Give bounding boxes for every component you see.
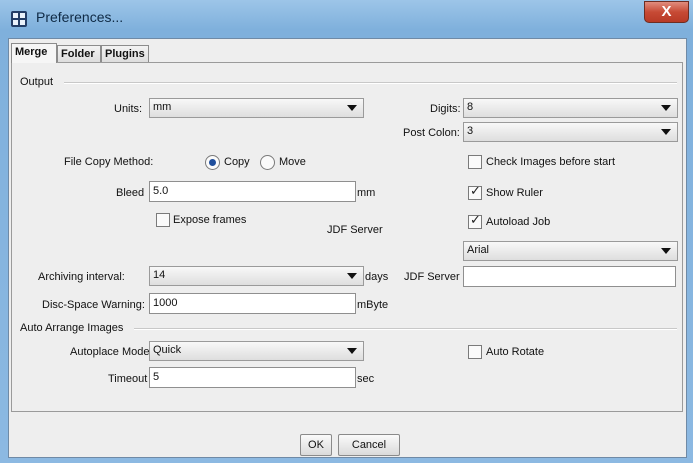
post-colon-value: 3 (467, 125, 474, 137)
bleed-unit: mm (357, 187, 376, 199)
title-bar[interactable]: Preferences... X (0, 0, 693, 34)
move-radio[interactable] (260, 155, 275, 170)
post-colon-label: Post Colon: (403, 127, 460, 139)
dialog-body: Merge Folder Plugins Output Units: mm Di… (8, 38, 687, 458)
autoload-job-label: Autoload Job (486, 216, 551, 228)
move-radio-label: Move (279, 156, 306, 168)
timeout-input[interactable]: 5 (149, 367, 356, 388)
show-ruler-checkbox[interactable] (468, 184, 482, 200)
close-icon: X (661, 3, 672, 20)
units-select[interactable]: mm (149, 98, 364, 118)
bleed-label: Bleed (116, 187, 145, 199)
autoplace-mode-label: Autoplace Mode: (70, 346, 153, 358)
merge-panel: Output Units: mm Digits: 8 Post Colon: 3… (11, 62, 683, 412)
units-value: mm (153, 101, 172, 113)
archiving-interval-label: Archiving interval: (38, 271, 125, 283)
disc-space-warning-input[interactable]: 1000 (149, 293, 356, 314)
digits-value: 8 (467, 101, 474, 113)
disc-space-warning-label: Disc-Space Warning: (42, 299, 145, 311)
units-label: Units: (114, 103, 143, 115)
archiving-interval-select[interactable]: 14 (149, 266, 364, 286)
bleed-input[interactable]: 5.0 (149, 181, 356, 202)
file-copy-method-label: File Copy Method: (64, 156, 154, 168)
digits-select[interactable]: 8 (463, 98, 678, 118)
copy-radio[interactable] (205, 155, 220, 170)
timeout-unit: sec (357, 373, 375, 385)
close-button[interactable]: X (644, 1, 689, 23)
copy-radio-label: Copy (224, 156, 250, 168)
cancel-button[interactable]: Cancel (338, 434, 400, 456)
check-images-label: Check Images before start (486, 156, 616, 168)
chevron-down-icon (661, 248, 671, 254)
expose-frames-label: Expose frames (173, 214, 247, 226)
chevron-down-icon (347, 348, 357, 354)
timeout-value: 5 (153, 371, 160, 383)
auto-rotate-checkbox[interactable] (468, 345, 482, 359)
chevron-down-icon (347, 105, 357, 111)
auto-arrange-section-label: Auto Arrange Images (20, 322, 124, 334)
auto-arrange-divider (134, 328, 677, 330)
check-images-checkbox[interactable] (468, 155, 482, 169)
autoplace-mode-select[interactable]: Quick (149, 341, 364, 361)
autoload-job-checkbox[interactable] (468, 213, 482, 229)
disc-space-warning-value: 1000 (153, 297, 178, 309)
show-ruler-label: Show Ruler (486, 187, 543, 199)
expose-frames-checkbox[interactable] (156, 213, 170, 227)
disc-space-unit: mByte (357, 299, 389, 311)
tab-merge[interactable]: Merge (11, 43, 57, 63)
chevron-down-icon (347, 273, 357, 279)
chevron-down-icon (661, 105, 671, 111)
bleed-value: 5.0 (153, 185, 169, 197)
timeout-label: Timeout (108, 373, 148, 385)
output-divider (64, 82, 677, 84)
preferences-window: Preferences... X Merge Folder Plugins Ou… (0, 0, 693, 463)
chevron-down-icon (661, 129, 671, 135)
tab-folder[interactable]: Folder (57, 45, 101, 63)
font-select[interactable]: Arial (463, 241, 678, 261)
archiving-interval-value: 14 (153, 269, 166, 281)
output-section-label: Output (20, 76, 54, 88)
app-icon (11, 11, 27, 27)
archiving-unit: days (365, 271, 389, 283)
jdf-server-label: JDF Server (404, 271, 460, 283)
font-value: Arial (467, 244, 490, 256)
auto-rotate-label: Auto Rotate (486, 346, 545, 358)
window-title: Preferences... (36, 9, 124, 25)
tab-plugins[interactable]: Plugins (101, 45, 149, 63)
digits-label: Digits: (430, 103, 461, 115)
jdf-server-label-top: JDF Server (327, 224, 383, 236)
autoplace-mode-value: Quick (153, 344, 182, 356)
post-colon-select[interactable]: 3 (463, 122, 678, 142)
ok-button[interactable]: OK (300, 434, 332, 456)
jdf-server-input[interactable] (463, 266, 676, 287)
